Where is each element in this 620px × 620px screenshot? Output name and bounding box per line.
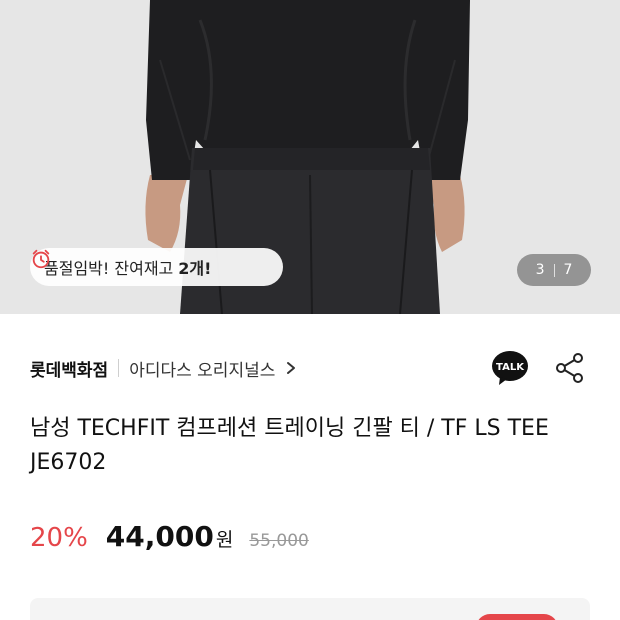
pager-divider [553,263,555,277]
low-stock-text: 품절임박! 잔여재고 [44,259,174,278]
kakao-talk-button[interactable]: TALK [490,348,530,388]
low-stock-notice: 품절임박! 잔여재고 2개! [30,248,283,286]
pager-current: 3 [535,262,545,278]
brand-link[interactable]: 아디다스 오리지널스 [129,356,275,381]
pager-total: 7 [563,262,573,278]
original-price: 55,000 [249,531,309,551]
image-pager: 3 7 [517,254,591,286]
alarm-clock-icon [32,249,50,269]
product-title: 남성 TECHFIT 컴프레션 트레이닝 긴팔 티 / TF LS TEE JE… [30,416,549,475]
chevron-right-icon[interactable] [285,361,297,375]
talk-label: TALK [496,362,525,373]
brand-row: 롯데백화점 아디다스 오리지널스 TALK [30,346,590,390]
coupon-button[interactable] [476,614,558,620]
price-row: 20% 44,000 원 55,000 [30,520,309,560]
sale-price: 44,000 [105,520,214,553]
share-icon[interactable] [554,352,586,384]
discount-rate: 20% [30,523,88,553]
store-name[interactable]: 롯데백화점 [30,356,108,381]
currency-unit: 원 [215,529,234,551]
remaining-stock-count: 2개! [178,259,212,278]
brand-divider [118,359,120,377]
coupon-card[interactable] [30,598,590,620]
product-image[interactable]: 품절임박! 잔여재고 2개! 3 7 [0,0,620,314]
